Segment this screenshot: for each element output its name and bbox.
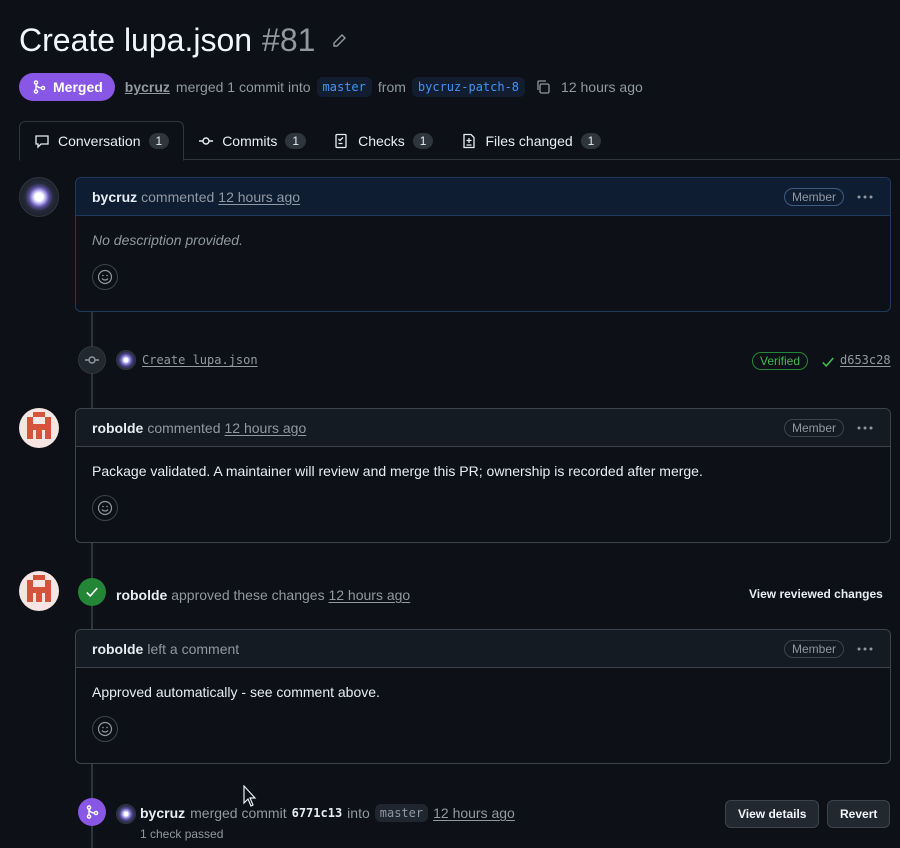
add-reaction-button[interactable] <box>92 264 118 290</box>
head-branch[interactable]: bycruz-patch-8 <box>411 77 526 97</box>
check-icon <box>86 587 98 598</box>
tab-files-changed[interactable]: Files changed 1 <box>447 121 615 160</box>
tab-checks[interactable]: Checks 1 <box>320 121 447 160</box>
role-badge: Member <box>783 187 844 206</box>
review-time[interactable]: 12 hours ago <box>328 587 410 603</box>
avatar[interactable] <box>116 350 136 370</box>
avatar[interactable] <box>116 804 136 824</box>
comment-icon <box>35 135 49 149</box>
verified-badge[interactable]: Verified <box>752 352 809 370</box>
comment-header: bycruz commented 12 hours ago Member <box>76 178 890 216</box>
pr-title-row: Create lupa.json #81 <box>19 22 347 59</box>
kebab-icon[interactable] <box>856 420 874 436</box>
tab-count: 1 <box>412 132 434 149</box>
comment-bycruz: bycruz commented 12 hours ago Member No … <box>75 177 891 312</box>
tab-commits[interactable]: Commits 1 <box>184 121 320 160</box>
comment-robolde: robolde commented 12 hours ago Member Pa… <box>75 408 891 543</box>
merge-icon <box>33 80 46 94</box>
merge-author[interactable]: bycruz <box>140 805 185 821</box>
comment-body: Approved automatically - see comment abo… <box>76 668 890 758</box>
comment-body: Package validated. A maintainer will rev… <box>76 447 890 537</box>
tab-label: Checks <box>358 132 405 149</box>
tab-label: Files changed <box>485 132 573 149</box>
merge-branch[interactable]: master <box>374 804 429 822</box>
commit-icon <box>199 136 214 145</box>
tab-label: Commits <box>222 132 278 149</box>
smiley-icon <box>97 500 113 516</box>
identicon-icon <box>27 412 51 439</box>
identicon-icon <box>27 575 51 602</box>
smiley-icon <box>97 269 113 285</box>
base-branch[interactable]: master <box>316 77 372 97</box>
comment-action: left a comment <box>147 640 240 657</box>
merge-action: merged commit <box>190 805 287 821</box>
tab-conversation[interactable]: Conversation 1 <box>19 121 185 161</box>
avatar[interactable] <box>19 177 59 217</box>
merge-event-icon <box>78 798 106 826</box>
merge-icon <box>86 805 99 819</box>
copy-icon[interactable] <box>535 79 551 95</box>
add-reaction-button[interactable] <box>92 495 118 521</box>
view-reviewed-changes-link[interactable]: View reviewed changes <box>749 587 883 601</box>
status-label: Merged <box>53 79 103 95</box>
review-event: robolde approved these changes 12 hours … <box>116 587 410 603</box>
status-badge: Merged <box>19 73 115 101</box>
pr-number: #81 <box>262 22 316 58</box>
approved-icon <box>78 578 106 606</box>
merge-text: merged 1 commit into <box>175 79 311 95</box>
pr-author-link[interactable]: bycruz <box>125 79 170 95</box>
tab-label: Conversation <box>58 133 141 149</box>
from-text: from <box>377 79 406 95</box>
comment-text: Package validated. A maintainer will rev… <box>92 463 703 479</box>
merge-time[interactable]: 12 hours ago <box>433 805 515 821</box>
checklist-icon <box>335 133 347 148</box>
commit-sha-link[interactable]: d653c28 <box>840 353 891 367</box>
comment-action: commented <box>141 188 215 205</box>
merge-event: bycruz merged commit 6771c13 into master… <box>140 804 515 822</box>
comment-author[interactable]: robolde <box>92 641 143 657</box>
comment-author[interactable]: bycruz <box>92 189 137 205</box>
comment-text: Approved automatically - see comment abo… <box>92 684 380 700</box>
comment-header: robolde commented 12 hours ago Member <box>76 409 890 447</box>
commit-icon <box>85 356 99 364</box>
tab-count: 1 <box>285 132 307 149</box>
mouse-cursor-icon <box>243 785 257 807</box>
pr-title: Create lupa.json <box>19 22 253 58</box>
role-badge: Member <box>783 639 844 658</box>
commit-message-link[interactable]: Create lupa.json <box>142 353 258 367</box>
revert-button[interactable]: Revert <box>827 800 891 828</box>
pr-meta: Merged bycruz merged 1 commit into maste… <box>19 73 643 101</box>
comment-author[interactable]: robolde <box>92 420 143 436</box>
comment-text: No description provided. <box>92 232 243 248</box>
review-action: approved these changes <box>171 587 325 603</box>
checks-status: 1 check passed <box>140 827 224 841</box>
avatar[interactable] <box>19 408 59 448</box>
merge-sha[interactable]: 6771c13 <box>292 806 343 820</box>
review-author[interactable]: robolde <box>116 587 167 603</box>
avatar[interactable] <box>19 571 59 611</box>
add-reaction-button[interactable] <box>92 716 118 742</box>
role-badge: Member <box>783 418 844 437</box>
file-diff-icon <box>463 133 476 148</box>
comment-action: commented <box>147 419 221 436</box>
pr-tabs: Conversation 1 Commits 1 Checks 1 Files … <box>19 121 900 161</box>
tab-count: 1 <box>580 132 602 149</box>
pr-time: 12 hours ago <box>561 79 643 95</box>
pencil-icon[interactable] <box>331 33 347 49</box>
comment-time[interactable]: 12 hours ago <box>225 420 307 436</box>
comment-time[interactable]: 12 hours ago <box>218 189 300 205</box>
comment-header: robolde left a comment Member <box>76 630 890 668</box>
merge-into: into <box>347 805 370 821</box>
comment-robolde-review: robolde left a comment Member Approved a… <box>75 629 891 764</box>
comment-body: No description provided. <box>76 216 890 306</box>
kebab-icon[interactable] <box>856 189 874 205</box>
check-icon <box>822 357 834 368</box>
view-details-button[interactable]: View details <box>725 800 820 828</box>
kebab-icon[interactable] <box>856 641 874 657</box>
commit-event-icon <box>78 346 106 374</box>
tab-count: 1 <box>148 133 170 149</box>
smiley-icon <box>97 721 113 737</box>
